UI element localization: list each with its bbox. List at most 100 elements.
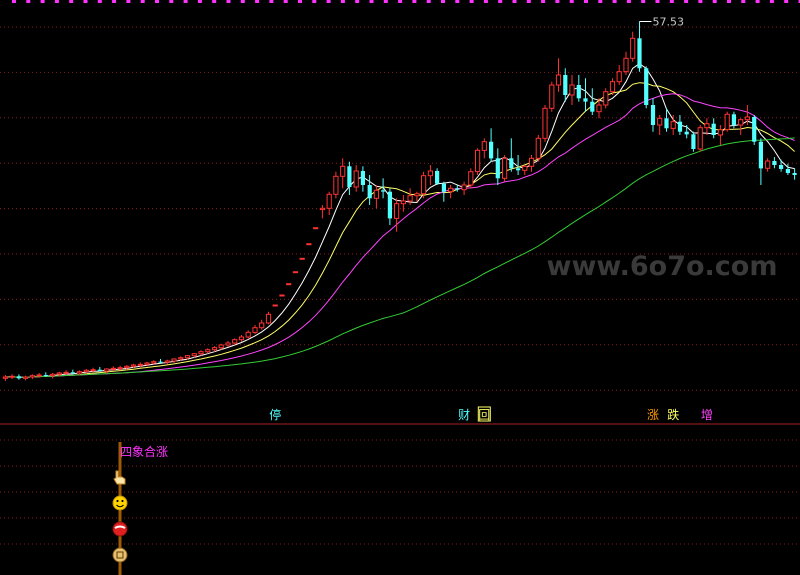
candle-body: [704, 123, 710, 129]
candle-body: [765, 160, 771, 169]
candle-body: [583, 98, 588, 102]
candle-body: [549, 84, 555, 109]
candle-body: [265, 313, 272, 324]
signal-label: 增: [701, 408, 713, 422]
top-marker: [197, 0, 202, 3]
candle: [286, 283, 292, 286]
top-marker: [483, 0, 488, 3]
candle-body: [292, 271, 298, 274]
candle-body: [286, 283, 292, 286]
candle: [299, 257, 305, 260]
top-marker: [126, 0, 131, 3]
top-marker: [12, 0, 16, 3]
top-marker: [684, 0, 689, 3]
candle-body: [623, 57, 629, 73]
candle-body: [43, 375, 48, 376]
candle: [272, 304, 278, 307]
candle-body: [225, 342, 231, 346]
top-marker: [269, 0, 274, 3]
candle-body: [394, 203, 400, 219]
top-marker: [584, 0, 588, 3]
watermark: www.6o7o.com: [547, 251, 778, 282]
candle-body: [50, 373, 56, 377]
candle-body: [455, 188, 460, 190]
candle: [752, 115, 757, 145]
candle: [313, 227, 319, 230]
candle-body: [178, 357, 184, 360]
signal-label: 跌: [667, 407, 679, 422]
candle-body: [184, 355, 191, 359]
candle-body: [205, 349, 211, 353]
top-marker: [355, 0, 360, 3]
candle-body: [563, 75, 568, 95]
top-marker: [212, 0, 217, 3]
candle-body: [481, 141, 487, 151]
candle-body: [684, 131, 689, 135]
candle: [279, 294, 285, 297]
candle-body: [279, 294, 285, 297]
candle-body: [590, 101, 595, 112]
candle-body: [657, 117, 663, 126]
candle-body: [650, 105, 656, 125]
candle: [475, 148, 481, 175]
candle-body: [97, 369, 102, 371]
candle-body: [637, 38, 642, 69]
candle-body: [353, 170, 359, 188]
candle-body: [779, 165, 784, 169]
candle: [535, 135, 541, 162]
top-marker: [755, 0, 760, 3]
signal-label: 回: [478, 408, 490, 422]
candle-body: [333, 175, 339, 195]
candle-body: [509, 158, 514, 169]
candle-body: [326, 193, 332, 209]
candle-body: [2, 376, 8, 379]
candle-body: [502, 157, 508, 179]
top-marker: [383, 0, 388, 3]
candle-body: [56, 372, 62, 375]
candle-body: [711, 123, 716, 135]
candle-body: [252, 327, 258, 333]
candle-body: [427, 170, 433, 177]
candle-body: [137, 363, 143, 366]
candle-body: [489, 141, 494, 159]
candle: [542, 105, 548, 142]
candle-body: [644, 68, 649, 105]
top-marker: [612, 0, 617, 3]
candle-body: [758, 141, 763, 169]
coin-icon: [112, 547, 128, 563]
top-marker: [712, 0, 717, 3]
candle-body: [475, 149, 481, 173]
top-marker: [340, 0, 345, 3]
candle-body: [407, 195, 413, 202]
candle-body: [677, 121, 683, 132]
candle-body: [151, 361, 157, 364]
top-marker: [569, 0, 574, 3]
candle-body: [542, 107, 548, 139]
top-marker: [26, 0, 31, 3]
top-marker: [112, 0, 117, 3]
top-marker: [169, 0, 174, 3]
indicator-label: 四象合涨: [120, 444, 168, 459]
candle-body: [664, 118, 669, 129]
candle-body: [306, 243, 312, 246]
candle-body: [448, 187, 454, 193]
candle-body: [792, 173, 797, 175]
candle-body: [319, 207, 325, 211]
candle-body: [609, 81, 616, 93]
candle: [502, 155, 508, 182]
candle-body: [259, 322, 265, 329]
top-marker: [298, 0, 302, 3]
candle-body: [785, 169, 790, 173]
top-marker: [441, 0, 445, 3]
candle-body: [313, 227, 319, 230]
candle: [292, 271, 298, 274]
candle-body: [367, 185, 372, 199]
candle: [603, 88, 609, 109]
candle-body: [144, 362, 150, 365]
top-marker: [669, 0, 674, 3]
candle: [691, 131, 696, 152]
top-marker: [455, 0, 460, 3]
candle-body: [724, 113, 730, 131]
candle-body: [83, 369, 89, 373]
candle-body: [211, 347, 218, 351]
